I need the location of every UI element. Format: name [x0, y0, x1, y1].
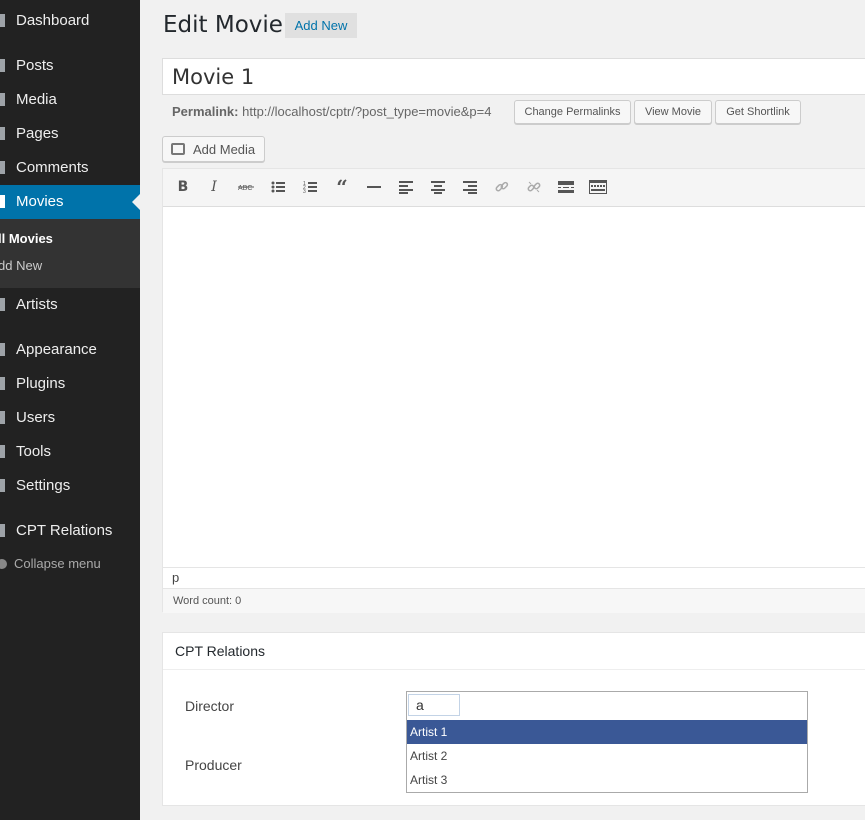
menu-label: Dashboard — [16, 12, 90, 29]
menu-item-users[interactable]: Users — [0, 401, 140, 435]
menu-item-comments[interactable]: Comments — [0, 151, 140, 185]
pages-icon — [0, 127, 5, 140]
editor-toolbar: B I ABC 123 “ — [163, 169, 865, 207]
menu-item-plugins[interactable]: Plugins — [0, 367, 140, 401]
svg-text:ABC: ABC — [238, 185, 252, 192]
menu-item-media[interactable]: Media — [0, 83, 140, 117]
option-label: Artist 2 — [410, 749, 448, 763]
read-more-icon[interactable] — [556, 177, 576, 197]
bold-icon[interactable]: B — [173, 177, 193, 197]
word-count-bar: Word count: 0 — [163, 588, 865, 613]
menu-item-pages[interactable]: Pages — [0, 117, 140, 151]
pin-icon — [0, 195, 5, 208]
post-title-input[interactable] — [162, 58, 865, 95]
menu-label: Settings — [16, 477, 71, 494]
add-new-button[interactable]: Add New — [285, 13, 357, 38]
toolbar-toggle-icon[interactable] — [588, 177, 608, 197]
director-search-input[interactable]: a — [407, 692, 807, 721]
unlink-icon[interactable] — [524, 177, 544, 197]
word-count: Word count: 0 — [173, 595, 242, 607]
align-right-icon[interactable] — [460, 177, 480, 197]
option-artist-3[interactable]: Artist 3 — [407, 768, 807, 792]
align-left-icon[interactable] — [396, 177, 416, 197]
dashboard-icon — [0, 14, 5, 27]
media-icon — [0, 93, 5, 106]
change-permalinks-button[interactable]: Change Permalinks — [514, 100, 631, 124]
post-editor: B I ABC 123 “ p Word count: 0 — [162, 168, 865, 613]
search-query[interactable]: a — [408, 694, 460, 716]
view-movie-button[interactable]: View Movie — [634, 100, 712, 124]
menu-label: Movies — [16, 193, 64, 210]
path-text: p — [172, 570, 180, 585]
movies-submenu: ll Movies dd New — [0, 219, 140, 288]
box-header[interactable]: CPT Relations — [163, 633, 865, 670]
menu-label: Posts — [16, 57, 54, 74]
menu-label: CPT Relations — [16, 522, 113, 539]
link-icon[interactable] — [492, 177, 512, 197]
comments-icon — [0, 161, 5, 174]
cpt-relations-box: CPT Relations Director Producer a Artist… — [162, 632, 865, 806]
menu-label: Artists — [16, 296, 58, 313]
collapse-icon — [0, 559, 7, 569]
menu-item-cpt-relations[interactable]: CPT Relations — [0, 514, 140, 548]
director-label: Director — [185, 698, 235, 714]
media-icon — [171, 143, 185, 155]
director-autocomplete[interactable]: a Artist 1 Artist 2 Artist 3 — [406, 691, 808, 793]
strikethrough-icon[interactable]: ABC — [236, 177, 256, 197]
menu-label: Appearance — [16, 341, 97, 358]
menu-label: Users — [16, 409, 56, 426]
blockquote-icon[interactable]: “ — [332, 177, 352, 197]
permalink-url[interactable]: http://localhost/cptr/?post_type=movie&p… — [242, 104, 491, 119]
submenu-all-movies[interactable]: ll Movies — [0, 231, 53, 246]
add-media-button[interactable]: Add Media — [162, 136, 265, 162]
option-label: Artist 3 — [410, 773, 448, 787]
collapse-label: Collapse menu — [14, 556, 101, 571]
menu-label: Tools — [16, 443, 52, 460]
menu-item-appearance[interactable]: Appearance — [0, 333, 140, 367]
menu-item-tools[interactable]: Tools — [0, 435, 140, 469]
menu-label: Comments — [16, 159, 89, 176]
menu-label: Pages — [16, 125, 59, 142]
numbered-list-icon[interactable]: 123 — [300, 177, 320, 197]
users-icon — [0, 411, 5, 424]
admin-sidebar: Dashboard Posts Media Pages Comments Mov… — [0, 0, 140, 820]
menu-item-dashboard[interactable]: Dashboard — [0, 4, 140, 38]
menu-item-movies[interactable]: Movies — [0, 185, 140, 219]
wrench-icon — [0, 445, 5, 458]
permalink-label: Permalink: — [172, 104, 239, 119]
pin-icon — [0, 298, 5, 311]
align-center-icon[interactable] — [428, 177, 448, 197]
plugin-icon — [0, 377, 5, 390]
editor-path: p — [163, 567, 865, 588]
menu-item-settings[interactable]: Settings — [0, 469, 140, 503]
horizontal-rule-icon[interactable] — [364, 177, 384, 197]
page-title: Edit Movie — [163, 12, 283, 38]
brush-icon — [0, 343, 5, 356]
menu-label: Media — [16, 91, 57, 108]
get-shortlink-button[interactable]: Get Shortlink — [715, 100, 801, 124]
svg-text:3: 3 — [303, 189, 306, 194]
generic-icon — [0, 524, 5, 537]
producer-label: Producer — [185, 757, 242, 773]
settings-icon — [0, 479, 5, 492]
italic-icon[interactable]: I — [204, 177, 224, 197]
menu-item-artists[interactable]: Artists — [0, 288, 140, 322]
submenu-add-new[interactable]: dd New — [0, 258, 42, 273]
add-media-label: Add Media — [193, 142, 256, 157]
box-title: CPT Relations — [175, 643, 266, 659]
option-artist-2[interactable]: Artist 2 — [407, 744, 807, 768]
permalink-row: Permalink: http://localhost/cptr/?post_t… — [172, 104, 491, 119]
option-label: Artist 1 — [410, 725, 448, 739]
menu-label: Plugins — [16, 375, 66, 392]
pin-icon — [0, 59, 5, 72]
option-artist-1[interactable]: Artist 1 — [407, 720, 807, 744]
menu-item-posts[interactable]: Posts — [0, 49, 140, 83]
bullet-list-icon[interactable] — [268, 177, 288, 197]
